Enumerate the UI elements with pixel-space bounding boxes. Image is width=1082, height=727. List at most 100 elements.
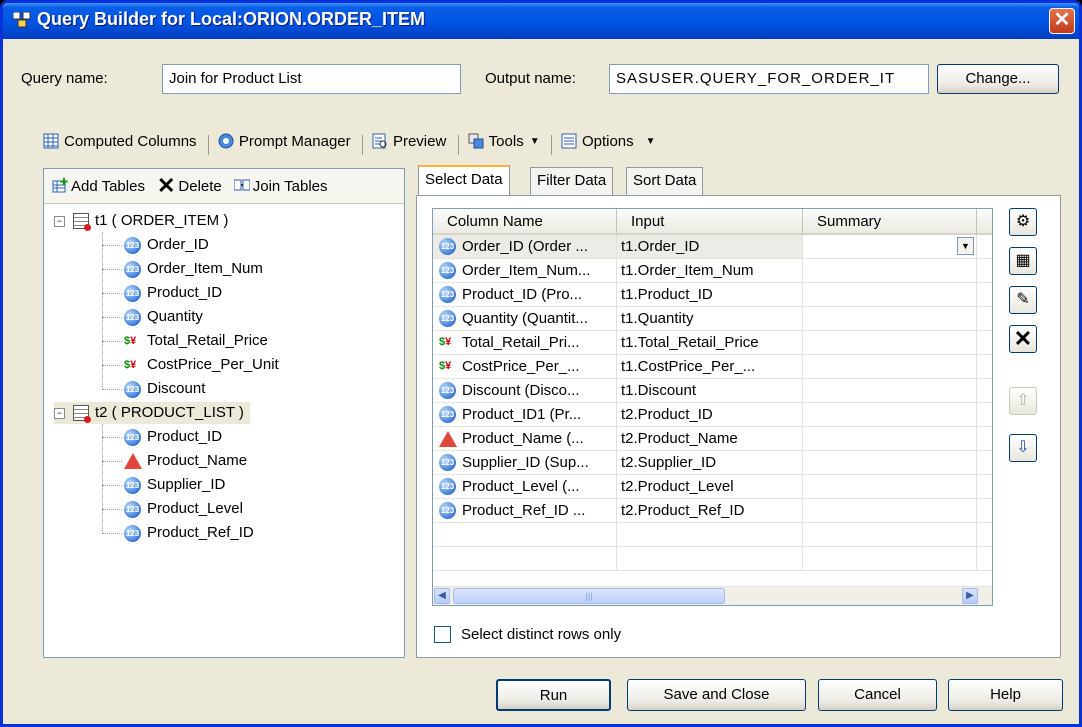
column-header-summary[interactable]: Summary: [803, 209, 977, 235]
grid-row[interactable]: 123 Supplier_ID (Sup... t2.Supplier_ID: [433, 451, 992, 475]
cell-summary[interactable]: [803, 331, 977, 355]
cell-input[interactable]: t1.Product_ID: [617, 283, 803, 307]
grid-row[interactable]: 123 Product_ID (Pro... t1.Product_ID: [433, 283, 992, 307]
grid-row[interactable]: 123 Quantity (Quantit... t1.Quantity: [433, 307, 992, 331]
column-properties-button[interactable]: ⚙: [1009, 208, 1037, 236]
cell-input[interactable]: t2.Product_ID: [617, 403, 803, 427]
cell-input[interactable]: t2.Supplier_ID: [617, 451, 803, 475]
summary-dropdown-icon[interactable]: ▼: [957, 237, 974, 255]
computed-columns-button[interactable]: Computed Columns: [43, 129, 197, 153]
cell-column-name[interactable]: 123 Order_Item_Num...: [433, 259, 617, 283]
cell-column-name[interactable]: $¥ CostPrice_Per_...: [433, 355, 617, 379]
run-button[interactable]: Run: [496, 679, 611, 711]
collapse-icon[interactable]: −: [54, 407, 65, 419]
tab-filter-data[interactable]: Filter Data: [530, 167, 614, 195]
cell-summary[interactable]: [803, 403, 977, 427]
tree-table-node[interactable]: − t1 ( ORDER_ITEM ): [54, 210, 228, 232]
change-button[interactable]: Change...: [937, 64, 1059, 94]
computed-column-button[interactable]: ▦: [1009, 247, 1037, 275]
cell-input[interactable]: t1.Discount: [617, 379, 803, 403]
add-tables-button[interactable]: Add Tables: [52, 174, 145, 198]
join-tables-button[interactable]: Join Tables: [233, 174, 328, 198]
cell-column-name[interactable]: 123 Product_Ref_ID ...: [433, 499, 617, 523]
tree-column-node[interactable]: 123 Product_ID: [102, 282, 222, 304]
cell-summary[interactable]: [803, 451, 977, 475]
collapse-icon[interactable]: −: [54, 215, 65, 227]
grid-row[interactable]: 123 Discount (Disco... t1.Discount: [433, 379, 992, 403]
close-button[interactable]: ✕: [1049, 8, 1075, 34]
tree-column-node[interactable]: 123 Quantity: [102, 306, 203, 328]
cancel-button[interactable]: Cancel: [818, 679, 937, 711]
preview-button[interactable]: Preview: [372, 129, 446, 153]
grid-row[interactable]: Product_Name (... t2.Product_Name: [433, 427, 992, 451]
prompt-manager-button[interactable]: Prompt Manager: [218, 129, 351, 153]
cell-column-name[interactable]: 123 Product_Level (...: [433, 475, 617, 499]
column-header-column-name[interactable]: Column Name: [433, 209, 617, 235]
grid-row[interactable]: 123 Order_ID (Order ... t1.Order_ID ▼: [433, 235, 992, 259]
edit-column-button[interactable]: ✎: [1009, 286, 1037, 314]
tree-column-node[interactable]: 123 Order_Item_Num: [102, 258, 263, 280]
cell-input[interactable]: t1.Quantity: [617, 307, 803, 331]
cell-summary[interactable]: [803, 475, 977, 499]
cell-input[interactable]: t2.Product_Ref_ID: [617, 499, 803, 523]
cell-column-name[interactable]: Product_Name (...: [433, 427, 617, 451]
cell-column-name[interactable]: 123 Supplier_ID (Sup...: [433, 451, 617, 475]
cell-summary[interactable]: [803, 427, 977, 451]
checkbox[interactable]: [434, 626, 451, 643]
cell-column-name[interactable]: 123 Quantity (Quantit...: [433, 307, 617, 331]
cell-column-name[interactable]: 123 Order_ID (Order ...: [433, 235, 617, 259]
delete-button[interactable]: ✕ Delete: [157, 174, 222, 198]
tree-column-node[interactable]: $¥ CostPrice_Per_Unit: [102, 354, 279, 376]
grid-row[interactable]: 123 Product_Ref_ID ... t2.Product_Ref_ID: [433, 499, 992, 523]
cell-summary[interactable]: [803, 499, 977, 523]
tree-column-node[interactable]: 123 Product_Ref_ID: [102, 522, 254, 544]
query-name-input[interactable]: Join for Product List: [162, 64, 461, 94]
distinct-rows-checkbox[interactable]: Select distinct rows only: [434, 626, 621, 643]
grid-row[interactable]: 123 Product_Level (... t2.Product_Level: [433, 475, 992, 499]
cell-column-name[interactable]: 123 Product_ID1 (Pr...: [433, 403, 617, 427]
grid-row[interactable]: $¥ CostPrice_Per_... t1.CostPrice_Per_...: [433, 355, 992, 379]
cell-summary[interactable]: [803, 307, 977, 331]
cell-summary[interactable]: [803, 379, 977, 403]
grid-row[interactable]: 123 Order_Item_Num... t1.Order_Item_Num: [433, 259, 992, 283]
tools-menu[interactable]: Tools ▼: [468, 129, 540, 153]
tree-column-node[interactable]: Product_Name: [102, 450, 247, 472]
select-data-grid[interactable]: Column Name Input Summary 123 Order_ID (O…: [432, 208, 993, 606]
cell-input[interactable]: t1.CostPrice_Per_...: [617, 355, 803, 379]
title-bar[interactable]: Query Builder for Local:ORION.ORDER_ITEM…: [3, 3, 1079, 39]
save-and-close-button[interactable]: Save and Close: [627, 679, 806, 711]
tab-sort-data[interactable]: Sort Data: [626, 167, 704, 195]
grid-row[interactable]: 123 Product_ID1 (Pr... t2.Product_ID: [433, 403, 992, 427]
tree-column-node[interactable]: $¥ Total_Retail_Price: [102, 330, 268, 352]
column-header-input[interactable]: Input: [617, 209, 803, 235]
cell-input[interactable]: t1.Order_ID: [617, 235, 803, 259]
cell-summary[interactable]: [803, 283, 977, 307]
cell-input[interactable]: t1.Order_Item_Num: [617, 259, 803, 283]
cell-summary[interactable]: [803, 259, 977, 283]
options-menu[interactable]: Options ▼: [561, 129, 656, 153]
tree-table-node[interactable]: − t2 ( PRODUCT_LIST ): [54, 402, 250, 424]
tab-select-data[interactable]: Select Data: [418, 165, 510, 195]
tree-column-node[interactable]: 123 Order_ID: [102, 234, 209, 256]
scroll-right-icon[interactable]: ▶: [962, 588, 978, 604]
cell-input[interactable]: t2.Product_Name: [617, 427, 803, 451]
cell-column-name[interactable]: 123 Product_ID (Pro...: [433, 283, 617, 307]
scroll-left-icon[interactable]: ◀: [434, 588, 450, 604]
grid-row[interactable]: $¥ Total_Retail_Pri... t1.Total_Retail_Pri…: [433, 331, 992, 355]
horizontal-scrollbar[interactable]: ◀ ||| ▶: [433, 586, 992, 605]
remove-column-button[interactable]: ✕: [1009, 325, 1037, 353]
tree-column-node[interactable]: 123 Product_Level: [102, 498, 243, 520]
scroll-thumb[interactable]: |||: [453, 588, 725, 604]
cell-input[interactable]: t2.Product_Level: [617, 475, 803, 499]
tree-column-node[interactable]: 123 Product_ID: [102, 426, 222, 448]
cell-column-name[interactable]: $¥ Total_Retail_Pri...: [433, 331, 617, 355]
cell-summary[interactable]: [803, 355, 977, 379]
cell-input[interactable]: t1.Total_Retail_Price: [617, 331, 803, 355]
tree-column-node[interactable]: 123 Discount: [102, 378, 205, 400]
cell-column-name[interactable]: 123 Discount (Disco...: [433, 379, 617, 403]
help-button[interactable]: Help: [948, 679, 1063, 711]
move-up-button[interactable]: ⇧: [1009, 387, 1037, 415]
move-down-button[interactable]: ⇩: [1009, 434, 1037, 462]
tree-column-node[interactable]: 123 Supplier_ID: [102, 474, 225, 496]
cell-summary[interactable]: ▼: [803, 235, 977, 259]
